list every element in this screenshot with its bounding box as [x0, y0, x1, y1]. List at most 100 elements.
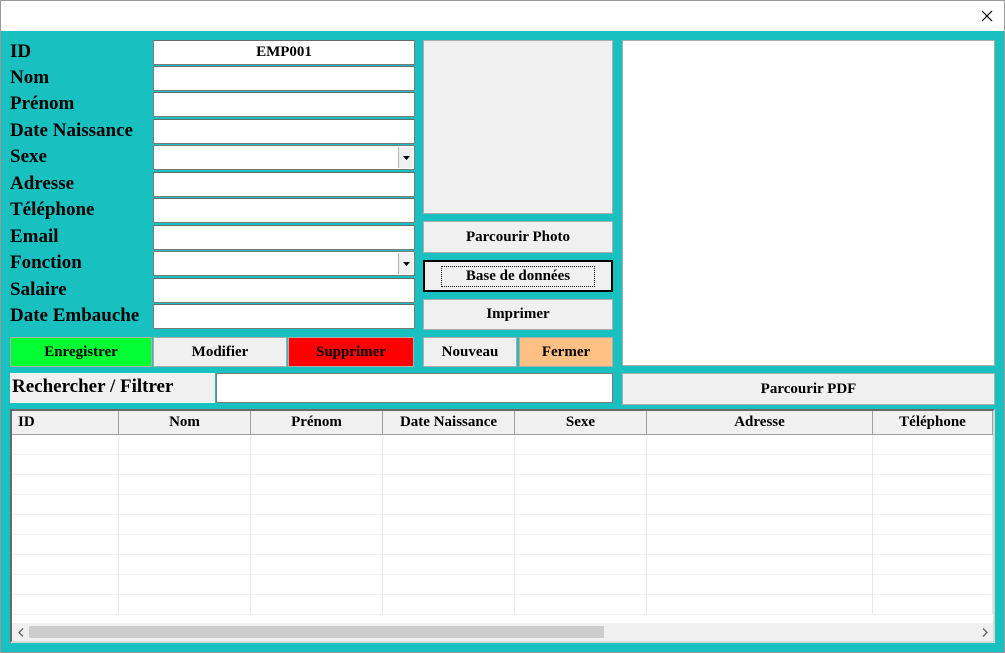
table-cell — [383, 455, 515, 475]
table-cell — [647, 455, 873, 475]
title-bar — [1, 1, 1004, 31]
sexe-select[interactable] — [153, 145, 415, 170]
database-button[interactable]: Base de données — [423, 260, 613, 292]
table-cell — [12, 535, 119, 555]
label-date-naissance: Date Naissance — [10, 120, 133, 141]
browse-photo-button[interactable]: Parcourir Photo — [423, 221, 613, 253]
table-row[interactable] — [12, 435, 993, 455]
table-row[interactable] — [12, 455, 993, 475]
table-cell — [119, 455, 251, 475]
table-row[interactable] — [12, 475, 993, 495]
table-row[interactable] — [12, 535, 993, 555]
table-row[interactable] — [12, 495, 993, 515]
table-cell — [119, 535, 251, 555]
delete-button[interactable]: Supprimer — [288, 337, 414, 367]
table-cell — [515, 475, 647, 495]
column-header-sexe[interactable]: Sexe — [515, 411, 647, 435]
table-cell — [119, 495, 251, 515]
table-row[interactable] — [12, 515, 993, 535]
table-cell — [383, 535, 515, 555]
id-field[interactable]: EMP001 — [153, 40, 415, 65]
column-header-id[interactable]: ID — [12, 411, 119, 435]
pdf-preview — [622, 40, 995, 366]
column-header-date-naissance[interactable]: Date Naissance — [383, 411, 515, 435]
column-header-prenom[interactable]: Prénom — [251, 411, 383, 435]
scroll-right-button[interactable] — [976, 623, 993, 641]
table-cell — [383, 495, 515, 515]
close-icon — [981, 10, 993, 22]
table-cell — [873, 575, 993, 595]
table-cell — [119, 475, 251, 495]
scrollbar-thumb[interactable] — [29, 626, 604, 638]
table-cell — [515, 595, 647, 615]
table-cell — [251, 535, 383, 555]
table-cell — [873, 495, 993, 515]
table-cell — [12, 595, 119, 615]
fonction-select[interactable] — [153, 251, 415, 276]
table-row[interactable] — [12, 595, 993, 615]
table-cell — [647, 575, 873, 595]
fonction-dropdown-button[interactable] — [398, 253, 413, 274]
email-field[interactable] — [153, 225, 415, 250]
table-cell — [873, 515, 993, 535]
table-cell — [515, 495, 647, 515]
new-button[interactable]: Nouveau — [423, 337, 517, 367]
window-close-button[interactable] — [970, 1, 1004, 31]
table-cell — [647, 435, 873, 455]
adresse-field[interactable] — [153, 172, 415, 197]
table-cell — [12, 475, 119, 495]
table-cell — [647, 515, 873, 535]
salaire-field[interactable] — [153, 278, 415, 303]
chevron-left-icon — [17, 627, 23, 637]
table-cell — [119, 575, 251, 595]
table-cell — [873, 435, 993, 455]
table-cell — [383, 595, 515, 615]
modify-button[interactable]: Modifier — [153, 337, 287, 367]
nom-field[interactable] — [153, 66, 415, 91]
table-cell — [515, 555, 647, 575]
table-cell — [119, 555, 251, 575]
column-header-nom[interactable]: Nom — [119, 411, 251, 435]
label-fonction: Fonction — [10, 252, 82, 273]
database-button-label: Base de données — [440, 265, 596, 287]
table-cell — [647, 495, 873, 515]
close-button[interactable]: Fermer — [519, 337, 613, 367]
table-cell — [251, 555, 383, 575]
table-row[interactable] — [12, 555, 993, 575]
search-input[interactable] — [216, 373, 613, 403]
column-header-telephone[interactable]: Téléphone — [873, 411, 993, 435]
table-cell — [873, 475, 993, 495]
horizontal-scrollbar[interactable] — [12, 623, 993, 641]
chevron-right-icon — [982, 627, 988, 637]
date-embauche-field[interactable] — [153, 304, 415, 329]
label-salaire: Salaire — [10, 279, 67, 300]
label-email: Email — [10, 226, 59, 247]
scroll-left-button[interactable] — [12, 623, 29, 641]
employee-form-window: ID Nom Prénom Date Naissance Sexe Adress… — [0, 0, 1005, 653]
print-button[interactable]: Imprimer — [423, 299, 613, 330]
browse-pdf-button[interactable]: Parcourir PDF — [622, 373, 995, 405]
table-cell — [515, 575, 647, 595]
table-cell — [251, 475, 383, 495]
table-cell — [383, 475, 515, 495]
save-button[interactable]: Enregistrer — [10, 337, 152, 367]
label-sexe: Sexe — [10, 146, 47, 167]
photo-preview — [423, 40, 613, 214]
sexe-dropdown-button[interactable] — [398, 147, 413, 168]
table-row[interactable] — [12, 575, 993, 595]
label-adresse: Adresse — [10, 173, 75, 194]
date-naissance-field[interactable] — [153, 119, 415, 144]
grid-header: ID Nom Prénom Date Naissance Sexe Adress… — [12, 411, 993, 435]
table-cell — [515, 435, 647, 455]
column-header-adresse[interactable]: Adresse — [647, 411, 873, 435]
telephone-field[interactable] — [153, 198, 415, 223]
table-cell — [12, 515, 119, 535]
table-cell — [647, 595, 873, 615]
employee-grid[interactable]: ID Nom Prénom Date Naissance Sexe Adress… — [10, 409, 995, 643]
table-cell — [251, 455, 383, 475]
prenom-field[interactable] — [153, 92, 415, 117]
table-cell — [873, 455, 993, 475]
search-label: Rechercher / Filtrer — [10, 373, 215, 403]
table-cell — [12, 575, 119, 595]
table-cell — [12, 455, 119, 475]
